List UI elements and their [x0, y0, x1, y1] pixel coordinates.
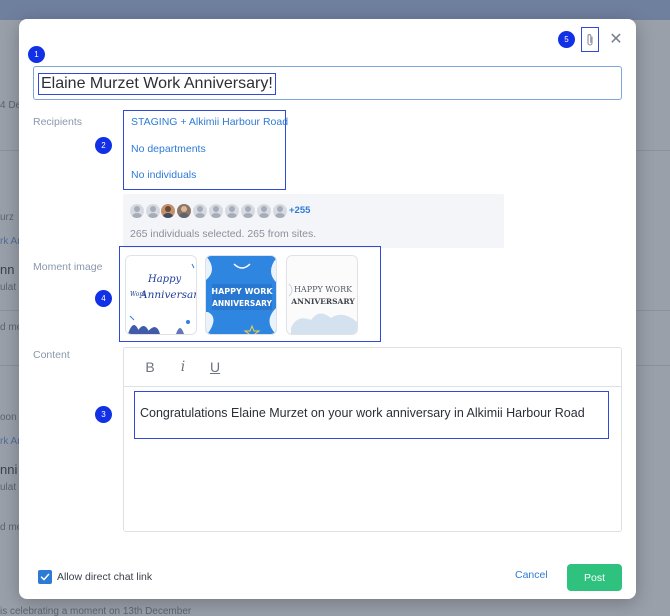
- create-moment-modal: 1 5 ✕ Elaine Murzet Work Anniversary! Re…: [19, 19, 636, 599]
- close-button[interactable]: ✕: [607, 29, 625, 49]
- allow-chat-label: Allow direct chat link: [57, 571, 153, 583]
- annotation-marker-2: 2: [95, 137, 112, 154]
- recipients-individuals-link[interactable]: No individuals: [131, 169, 196, 181]
- avatar: [193, 204, 207, 218]
- avatar: [146, 204, 160, 218]
- moment-image-label: Moment image: [33, 261, 103, 273]
- background-topbar: [0, 0, 670, 20]
- avatar: [241, 204, 255, 218]
- bold-button[interactable]: B: [142, 358, 158, 376]
- background-text: is celebrating a moment on 13th December: [0, 606, 192, 616]
- avatar: [130, 204, 144, 218]
- editor-toolbar: B i U: [124, 348, 621, 387]
- artwork-line-1: HAPPY WORK: [211, 287, 273, 296]
- artwork-line-2: ANNIVERSARY: [212, 299, 272, 308]
- content-label: Content: [33, 349, 70, 361]
- cancel-button[interactable]: Cancel: [515, 569, 548, 581]
- background-text: urz: [0, 212, 14, 223]
- recipients-site-link[interactable]: STAGING + Alkimii Harbour Road: [131, 116, 288, 128]
- recipients-departments-link[interactable]: No departments: [131, 143, 206, 155]
- close-icon: ✕: [609, 31, 623, 48]
- avatar: [161, 204, 175, 218]
- moment-image-option-1[interactable]: Happy Work Anniversary: [125, 255, 197, 335]
- artwork-line-1: HAPPY WORK: [294, 285, 353, 294]
- content-text[interactable]: Congratulations Elaine Murzet on your wo…: [140, 406, 585, 420]
- background-text: ulat: [0, 282, 17, 293]
- anniversary-blue-artwork: HAPPY WORK ANNIVERSARY: [206, 256, 276, 334]
- check-icon: [40, 573, 50, 581]
- avatar: [177, 204, 191, 218]
- underline-button[interactable]: U: [207, 358, 223, 376]
- annotation-marker-5: 5: [558, 31, 575, 48]
- content-text-highlight: Congratulations Elaine Murzet on your wo…: [134, 391, 609, 439]
- moment-image-option-3[interactable]: HAPPY WORK ANNIVERSARY: [286, 255, 358, 335]
- avatar: [257, 204, 271, 218]
- post-button[interactable]: Post: [567, 564, 622, 591]
- paperclip-icon: [587, 33, 593, 46]
- background-text: 4 De: [0, 100, 22, 111]
- moment-image-option-2[interactable]: HAPPY WORK ANNIVERSARY: [205, 255, 277, 335]
- italic-button[interactable]: i: [175, 358, 191, 376]
- attach-button[interactable]: [581, 27, 599, 52]
- background-text: oon: [0, 412, 17, 423]
- background-text: ulat: [0, 482, 17, 493]
- selected-summary: 265 individuals selected. 265 from sites…: [130, 228, 317, 240]
- artwork-line-3: Anniversary: [139, 289, 197, 301]
- artwork-line-1: Happy: [147, 274, 181, 285]
- anniversary-script-artwork: Happy Work Anniversary: [128, 263, 197, 334]
- background-text: nni: [0, 462, 18, 477]
- avatar: [209, 204, 223, 218]
- background-text: nn: [0, 262, 15, 277]
- selected-avatars-panel: +255 265 individuals selected. 265 from …: [123, 194, 504, 248]
- annotation-marker-1: 1: [28, 46, 45, 63]
- annotation-marker-4: 4: [95, 290, 112, 307]
- recipients-label: Recipients: [33, 116, 83, 128]
- artwork-line-2: ANNIVERSARY: [290, 297, 355, 306]
- avatar: [273, 204, 287, 218]
- annotation-marker-3: 3: [95, 406, 112, 423]
- allow-chat-checkbox[interactable]: [38, 570, 52, 584]
- more-individuals-count[interactable]: +255: [289, 204, 310, 218]
- anniversary-cloud-artwork: HAPPY WORK ANNIVERSARY: [288, 283, 357, 334]
- content-editor[interactable]: B i U Congratulations Elaine Murzet on y…: [123, 347, 622, 532]
- title-text: Elaine Murzet Work Anniversary!: [38, 73, 276, 95]
- avatar: [225, 204, 239, 218]
